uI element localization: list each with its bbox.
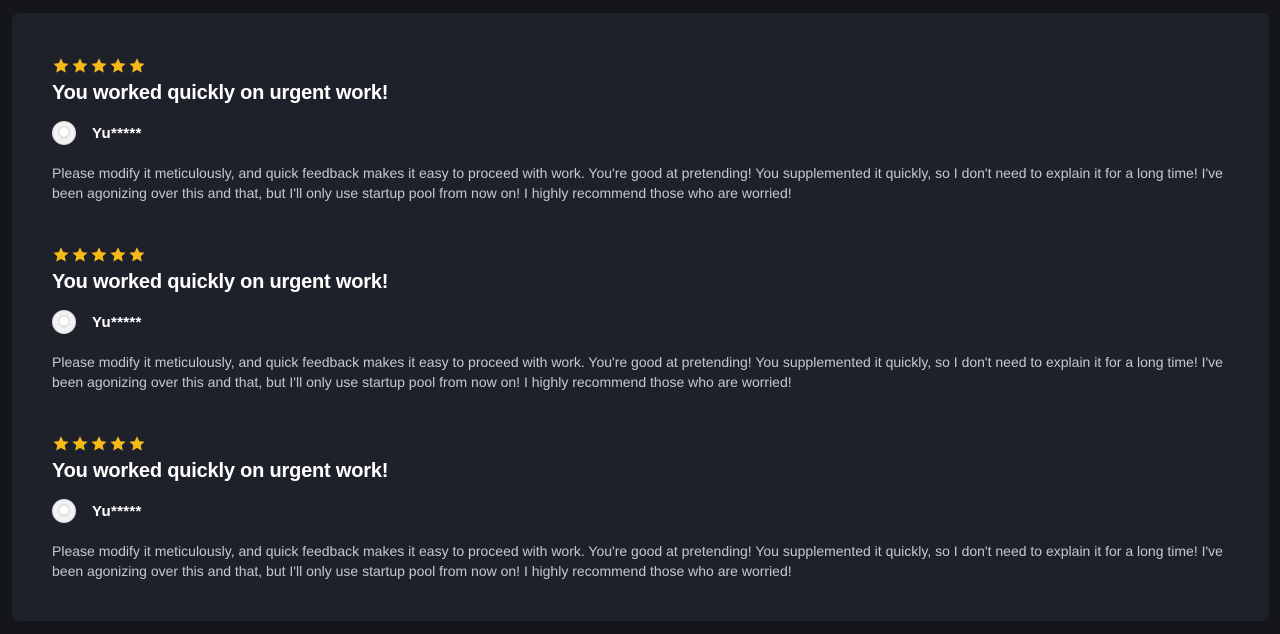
reviews-panel: You worked quickly on urgent work! Yu***… (12, 13, 1269, 621)
review-author: Yu***** (52, 309, 1237, 335)
user-avatar-icon (52, 121, 76, 145)
star-icon (128, 435, 146, 453)
user-avatar-icon (52, 499, 76, 523)
author-name: Yu***** (92, 502, 142, 520)
review-title: You worked quickly on urgent work! (52, 82, 389, 104)
star-icon (71, 435, 89, 453)
review-text: Please modify it meticulously, and quick… (52, 165, 1223, 201)
author-name: Yu***** (92, 313, 142, 331)
star-rating (52, 246, 1237, 264)
user-avatar-icon (52, 310, 76, 334)
star-icon (71, 246, 89, 264)
star-icon (128, 246, 146, 264)
author-name: Yu***** (92, 124, 142, 142)
star-icon (90, 435, 108, 453)
review-title: You worked quickly on urgent work! (52, 460, 389, 482)
review-text: Please modify it meticulously, and quick… (52, 354, 1223, 390)
star-icon (109, 246, 127, 264)
review-card: You worked quickly on urgent work! Yu***… (52, 57, 1237, 203)
star-icon (52, 246, 70, 264)
star-icon (109, 435, 127, 453)
star-icon (90, 57, 108, 75)
review-author: Yu***** (52, 498, 1237, 524)
star-icon (128, 57, 146, 75)
review-card: You worked quickly on urgent work! Yu***… (52, 246, 1237, 392)
star-icon (52, 435, 70, 453)
star-icon (71, 57, 89, 75)
star-icon (52, 57, 70, 75)
review-author: Yu***** (52, 120, 1237, 146)
review-text: Please modify it meticulously, and quick… (52, 543, 1223, 579)
star-icon (90, 246, 108, 264)
review-card: You worked quickly on urgent work! Yu***… (52, 435, 1237, 581)
star-icon (109, 57, 127, 75)
star-rating (52, 435, 1237, 453)
star-rating (52, 57, 1237, 75)
review-title: You worked quickly on urgent work! (52, 271, 389, 293)
